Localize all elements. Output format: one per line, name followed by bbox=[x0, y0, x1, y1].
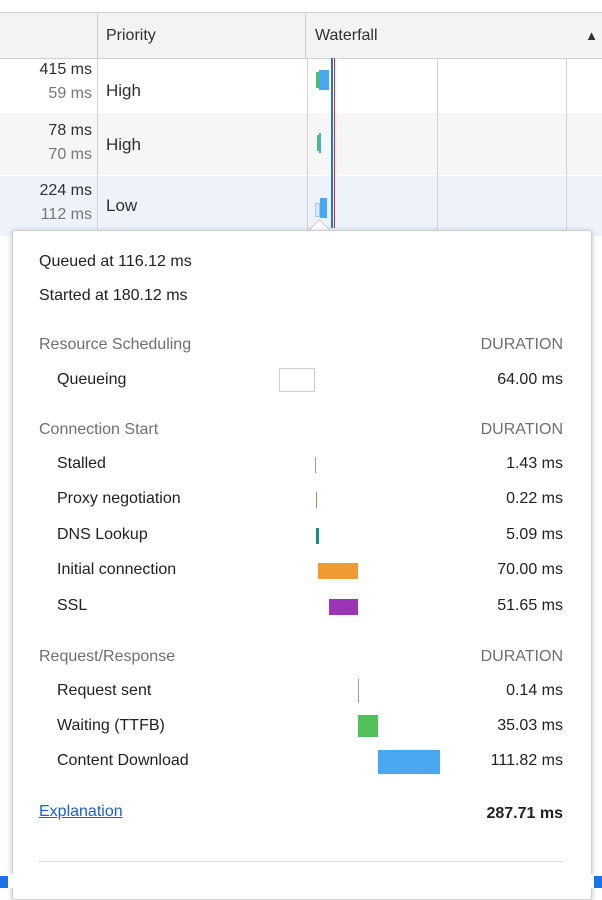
timing-value-content-download: 111.82 ms bbox=[490, 752, 563, 769]
explanation-link[interactable]: Explanation bbox=[39, 803, 123, 821]
table-header: Priority Waterfall ▲ bbox=[0, 13, 602, 59]
section-title-resource-scheduling: Resource Scheduling bbox=[39, 336, 192, 353]
timing-label-content-download: Content Download bbox=[57, 752, 189, 769]
popover-divider bbox=[39, 861, 563, 862]
queued-at-text: Queued at 116.12 ms bbox=[39, 253, 192, 270]
waterfall-bar-download[interactable] bbox=[319, 70, 329, 90]
column-header-waterfall[interactable]: Waterfall ▲ bbox=[307, 13, 602, 58]
priority-cell: Low bbox=[106, 196, 138, 215]
started-at-text: Started at 180.12 ms bbox=[39, 287, 188, 304]
latency-value: 70 ms bbox=[48, 146, 92, 163]
timing-label-waiting-ttfb: Waiting (TTFB) bbox=[57, 717, 165, 734]
column-header-waterfall-label: Waterfall bbox=[315, 27, 378, 44]
popover-bottom-fill bbox=[8, 874, 594, 888]
toolbar-strip bbox=[0, 0, 602, 13]
section-title-connection-start: Connection Start bbox=[39, 421, 159, 438]
latency-value: 112 ms bbox=[40, 206, 92, 223]
priority-cell: High bbox=[106, 135, 141, 154]
duration-header: DURATION bbox=[480, 421, 563, 438]
timing-bar-proxy-negotiation bbox=[316, 492, 317, 508]
timing-bar-content-download bbox=[378, 750, 440, 774]
timing-popover: Queued at 116.12 ms Started at 180.12 ms… bbox=[12, 230, 592, 900]
time-value: 224 ms bbox=[39, 182, 92, 199]
timing-value-queueing: 64.00 ms bbox=[497, 371, 563, 388]
sort-ascending-icon[interactable]: ▲ bbox=[585, 13, 598, 58]
timing-value-proxy-negotiation: 0.22 ms bbox=[506, 490, 563, 507]
waterfall-bar-download[interactable] bbox=[320, 198, 327, 218]
timing-label-initial-connection: Initial connection bbox=[57, 561, 177, 578]
waterfall-bar-download[interactable] bbox=[319, 133, 321, 153]
timing-bar-waiting-ttfb bbox=[358, 715, 378, 737]
duration-header: DURATION bbox=[480, 648, 563, 665]
timing-label-request-sent: Request sent bbox=[57, 682, 152, 699]
duration-header: DURATION bbox=[480, 336, 563, 353]
timing-bar-ssl bbox=[329, 599, 358, 615]
timing-label-ssl: SSL bbox=[57, 597, 88, 614]
dom-content-loaded-line bbox=[331, 58, 333, 228]
timing-label-queueing: Queueing bbox=[57, 371, 127, 388]
timing-bar-stalled bbox=[315, 457, 316, 473]
timing-bar-request-sent bbox=[358, 679, 359, 703]
timing-label-dns-lookup: DNS Lookup bbox=[57, 526, 148, 543]
timing-value-waiting-ttfb: 35.03 ms bbox=[497, 717, 563, 734]
column-header-time[interactable] bbox=[0, 13, 98, 58]
section-title-request-response: Request/Response bbox=[39, 648, 176, 665]
column-header-priority[interactable]: Priority bbox=[98, 13, 306, 58]
timing-bar-initial-connection bbox=[318, 563, 358, 579]
timing-value-ssl: 51.65 ms bbox=[497, 597, 563, 614]
table-row-selected[interactable]: 224 ms 112 ms Low bbox=[0, 176, 602, 236]
timing-label-stalled: Stalled bbox=[57, 455, 106, 472]
timing-value-dns-lookup: 5.09 ms bbox=[506, 526, 563, 543]
timing-value-initial-connection: 70.00 ms bbox=[497, 561, 563, 578]
table-row[interactable]: 78 ms 70 ms High bbox=[0, 113, 602, 175]
total-duration: 287.71 ms bbox=[486, 805, 563, 822]
timing-value-request-sent: 0.14 ms bbox=[506, 682, 563, 699]
time-value: 415 ms bbox=[39, 61, 92, 78]
timing-label-proxy-negotiation: Proxy negotiation bbox=[57, 490, 181, 507]
latency-value: 59 ms bbox=[48, 85, 92, 102]
timing-bar-queueing bbox=[279, 368, 315, 392]
timing-value-stalled: 1.43 ms bbox=[506, 455, 563, 472]
timing-bar-dns-lookup bbox=[316, 528, 319, 544]
time-value: 78 ms bbox=[48, 122, 92, 139]
load-event-line bbox=[334, 58, 335, 228]
